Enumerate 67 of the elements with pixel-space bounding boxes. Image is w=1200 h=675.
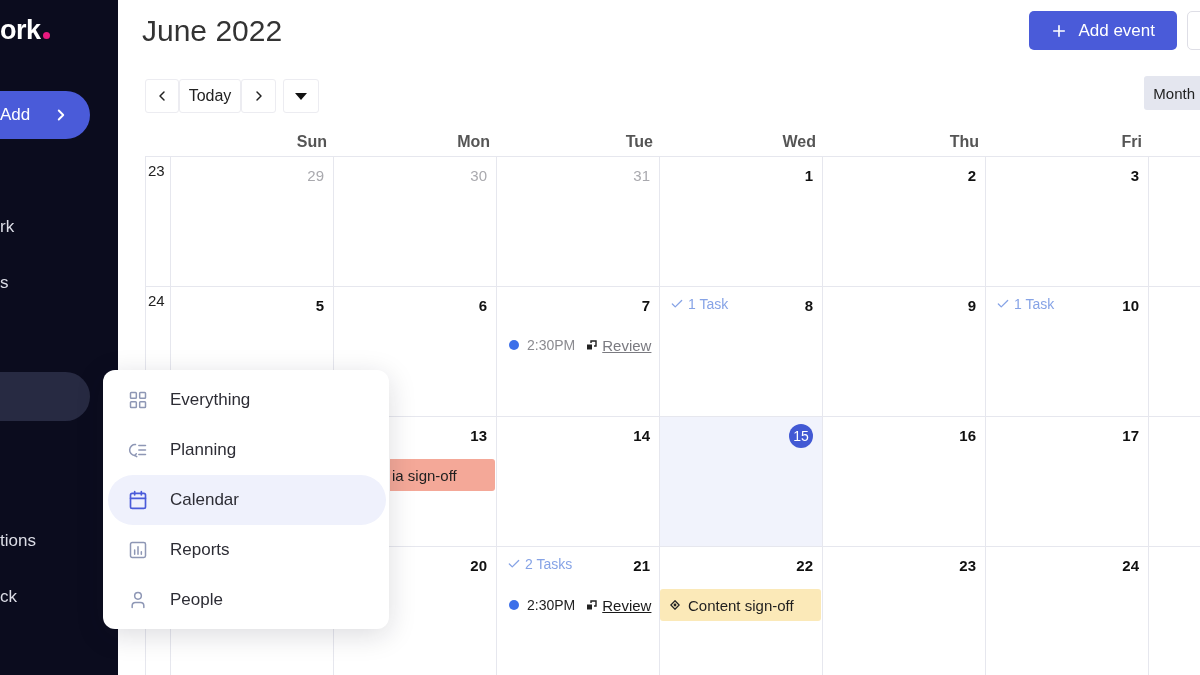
day-number: 20 — [470, 556, 487, 576]
previous-button[interactable] — [145, 79, 179, 113]
next-button[interactable] — [241, 79, 276, 113]
day-number: 10 — [1122, 296, 1139, 316]
add-button[interactable]: Add — [0, 91, 90, 139]
day-number: 23 — [959, 556, 976, 576]
nav-item[interactable]: s — [0, 273, 9, 293]
page-title: June 2022 — [142, 13, 283, 49]
day-number: 1 — [804, 166, 813, 186]
user-icon — [128, 590, 148, 610]
bar-chart-icon — [128, 540, 148, 560]
stacked-squares-icon — [587, 340, 598, 350]
weekday-label: Wed — [782, 133, 816, 151]
day-number: 16 — [959, 426, 976, 446]
day-number: 22 — [796, 556, 813, 576]
nav-item[interactable]: ck — [0, 587, 17, 607]
day-number: 30 — [470, 166, 487, 186]
event-bar[interactable]: Content sign-off — [660, 589, 821, 621]
dot-icon — [509, 340, 519, 350]
weekday-label: Fri — [1121, 133, 1142, 151]
day-number: 2 — [967, 166, 976, 186]
day-number: 31 — [633, 166, 650, 186]
day-number: 6 — [478, 296, 487, 316]
event-link[interactable]: Review — [602, 596, 652, 614]
weekday-label: Tue — [625, 133, 653, 151]
day-number: 15 — [789, 424, 813, 448]
day-number: 17 — [1122, 426, 1139, 446]
event-time: 2:30PM — [527, 597, 576, 613]
day-number: 13 — [470, 426, 487, 446]
menu-item[interactable]: Reports — [108, 525, 386, 575]
today-button[interactable]: Today — [179, 79, 241, 113]
menu-item[interactable]: Calendar — [108, 475, 386, 525]
day-number: 8 — [804, 296, 813, 316]
add-event-button[interactable]: Add event — [1029, 11, 1177, 50]
event-link[interactable]: Review — [602, 336, 652, 354]
day-number: 3 — [1130, 166, 1139, 186]
day-number: 14 — [633, 426, 650, 446]
dropdown-button[interactable] — [283, 79, 319, 113]
week-number: 24 — [148, 292, 165, 309]
calendar-icon — [128, 490, 148, 510]
day-number: 24 — [1122, 556, 1139, 576]
day-number: 7 — [641, 296, 650, 316]
event-time: 2:30PM — [527, 337, 576, 353]
nav-item[interactable]: rk — [0, 217, 15, 237]
dot-icon — [509, 600, 519, 610]
event-title: Content sign-off — [688, 596, 794, 614]
weekday-label: Sun — [296, 133, 327, 151]
weekday-label: Thu — [949, 133, 979, 151]
grid-icon — [128, 390, 148, 410]
day-number: 29 — [307, 166, 324, 186]
menu-item[interactable]: Planning — [108, 425, 386, 475]
stacked-squares-icon — [587, 600, 598, 610]
day-number: 21 — [633, 556, 650, 576]
week-number: 23 — [148, 162, 165, 179]
day-number: 9 — [967, 296, 976, 316]
menu-item[interactable]: Everything — [108, 375, 386, 425]
event-bar[interactable]: ia sign-off — [390, 459, 495, 491]
nav-item[interactable]: tions — [0, 531, 36, 551]
event-title: ia sign-off — [392, 466, 457, 484]
caret-down-icon — [295, 92, 307, 100]
month-view-button[interactable]: Month — [1144, 76, 1200, 110]
day-number: 5 — [315, 296, 324, 316]
menu-item[interactable]: People — [108, 575, 386, 625]
diamond-icon — [670, 600, 680, 610]
logo-dot-icon — [42, 32, 50, 39]
logo-text: ork — [0, 14, 41, 46]
weekday-label: Mon — [457, 133, 490, 151]
